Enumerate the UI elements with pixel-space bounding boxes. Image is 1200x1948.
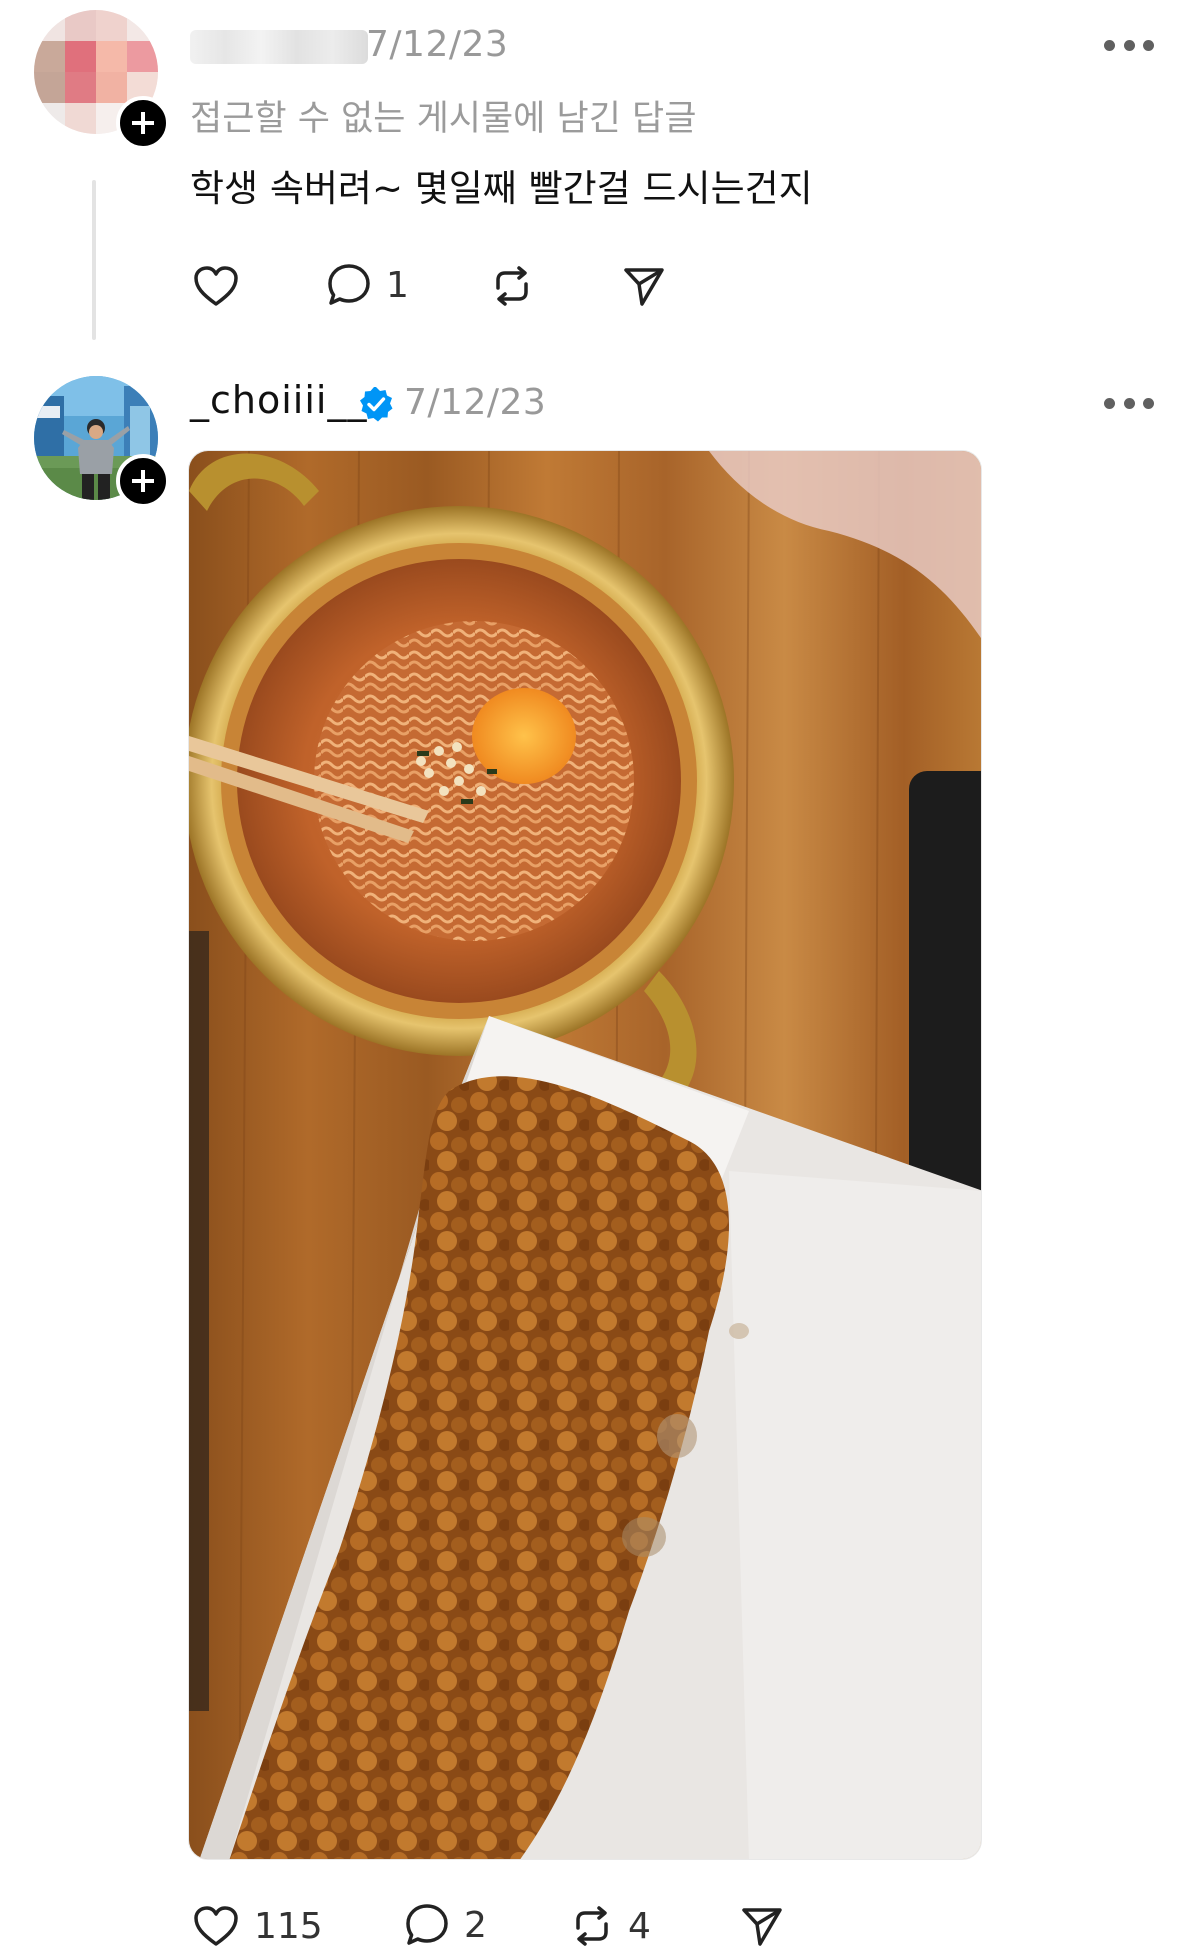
- post-photo[interactable]: [188, 450, 982, 1860]
- username[interactable]: _choiiii__: [190, 378, 367, 422]
- repost-button[interactable]: [490, 264, 534, 308]
- blurred-username: [190, 30, 368, 64]
- post-text: 학생 속버려~ 몇일째 빨간걸 드시는건지: [190, 167, 813, 210]
- reply-button[interactable]: 2: [404, 1902, 487, 1948]
- share-button[interactable]: [622, 264, 666, 308]
- post-date: 7/12/23: [366, 24, 509, 65]
- repost-button[interactable]: 4: [570, 1904, 651, 1948]
- speech-bubble-icon: [406, 1904, 448, 1945]
- like-button[interactable]: 115: [192, 1904, 323, 1948]
- more-options-button[interactable]: [1104, 38, 1154, 52]
- follow-plus-button[interactable]: [116, 96, 170, 150]
- verified-badge-icon: [360, 387, 393, 422]
- send-icon: [624, 268, 664, 306]
- repost-icon: [496, 266, 528, 306]
- reply-count: 1: [386, 264, 409, 306]
- share-button[interactable]: [740, 1904, 784, 1948]
- follow-plus-button[interactable]: [116, 454, 170, 508]
- more-dots-icon: [1104, 397, 1115, 409]
- plus-icon: [132, 470, 154, 492]
- reply-button[interactable]: 1: [326, 262, 409, 308]
- repost-icon: [576, 1906, 608, 1946]
- send-icon: [742, 1908, 782, 1946]
- repost-count: 4: [628, 1905, 651, 1947]
- heart-icon: [194, 1906, 238, 1946]
- thread-line: [92, 180, 96, 340]
- speech-bubble-icon: [328, 264, 370, 305]
- more-options-button[interactable]: [1104, 396, 1154, 410]
- reply-count: 2: [464, 1904, 487, 1946]
- more-dots-icon: [1104, 39, 1115, 51]
- post-date: 7/12/23: [404, 382, 547, 423]
- reply-context-label: 접근할 수 없는 게시물에 남긴 답글: [190, 99, 697, 139]
- food-photo-image: [189, 451, 981, 1859]
- plus-icon: [132, 112, 154, 134]
- heart-icon: [194, 266, 238, 306]
- like-button[interactable]: [192, 264, 240, 308]
- like-count: 115: [254, 1905, 323, 1947]
